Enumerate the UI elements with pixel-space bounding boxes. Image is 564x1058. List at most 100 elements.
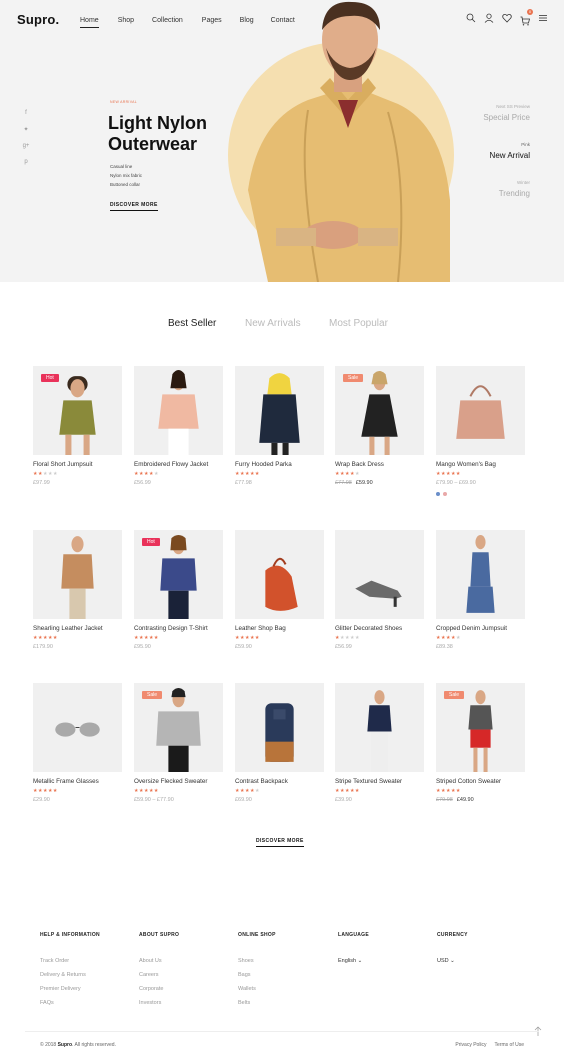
language-select[interactable]: English ⌄ — [338, 958, 369, 964]
footer-link[interactable]: Corporate — [139, 986, 179, 992]
product-name[interactable]: Wrap Back Dress — [335, 461, 424, 468]
tab-new-arrivals[interactable]: New Arrivals — [245, 318, 301, 329]
product-image[interactable]: Sale — [436, 683, 525, 772]
product-image[interactable]: Sale — [134, 683, 223, 772]
product-image[interactable] — [235, 683, 324, 772]
product-card[interactable]: Shearling Leather Jacket ★★★★★ £179.90 — [33, 530, 122, 650]
color-swatch[interactable] — [443, 492, 447, 496]
product-name[interactable]: Oversize Flecked Sweater — [134, 778, 223, 785]
nav-item-shop[interactable]: Shop — [118, 17, 134, 24]
product-card[interactable]: Cropped Denim Jumpsuit ★★★★★ £89.38 — [436, 530, 525, 650]
current-price: £95.90 — [134, 644, 151, 650]
footer-link[interactable]: Wallets — [238, 986, 276, 992]
footer-col-help: HELP & INFORMATION Track Order Delivery … — [40, 932, 100, 1014]
terms-of-use-link[interactable]: Terms of Use — [495, 1042, 524, 1048]
product-illustration — [259, 373, 300, 455]
cart-button[interactable]: 0 — [520, 9, 533, 26]
product-card[interactable]: Sale Oversize Flecked Sweater ★★★★★ £59.90 … — [134, 683, 223, 803]
product-price: £56.99 — [335, 644, 424, 650]
product-image[interactable]: Hot — [134, 530, 223, 619]
product-name[interactable]: Shearling Leather Jacket — [33, 625, 122, 632]
product-image[interactable]: Hot — [33, 366, 122, 455]
product-card[interactable]: Leather Shop Bag ★★★★★ £59.90 — [235, 530, 324, 650]
product-card[interactable]: Sale Wrap Back Dress ★★★★★ £77.98 £59.90 — [335, 366, 424, 486]
rating-stars: ★★★★★ — [134, 471, 159, 477]
nav-item-contact[interactable]: Contact — [271, 17, 295, 24]
slide-item-special-price[interactable]: Next SS Preview Special Price — [483, 104, 530, 122]
privacy-policy-link[interactable]: Privacy Policy — [455, 1042, 486, 1048]
tab-best-seller[interactable]: Best Seller — [168, 318, 216, 329]
heart-icon[interactable] — [502, 13, 512, 23]
color-swatch[interactable] — [436, 492, 440, 496]
footer-link[interactable]: Shoes — [238, 958, 276, 964]
product-name[interactable]: Floral Short Jumpsuit — [33, 461, 122, 468]
footer-link[interactable]: Careers — [139, 972, 179, 978]
product-name[interactable]: Leather Shop Bag — [235, 625, 324, 632]
product-name[interactable]: Embroidered Flowy Jacket — [134, 461, 223, 468]
product-name[interactable]: Cropped Denim Jumpsuit — [436, 625, 525, 632]
product-card[interactable]: Glitter Decorated Shoes ★★★★★ £56.99 — [335, 530, 424, 650]
product-image[interactable] — [33, 530, 122, 619]
pinterest-icon[interactable]: p — [22, 159, 30, 165]
product-image[interactable] — [335, 530, 424, 619]
footer-link[interactable]: About Us — [139, 958, 179, 964]
currency-select[interactable]: USD ⌄ — [437, 958, 468, 964]
slide-item-trending[interactable]: Winter Trending — [483, 180, 530, 198]
discover-more-link[interactable]: DISCOVER MORE — [256, 838, 304, 847]
product-name[interactable]: Mango Women's Bag — [436, 461, 525, 468]
nav-item-pages[interactable]: Pages — [202, 17, 222, 24]
product-card[interactable]: Embroidered Flowy Jacket ★★★★★ £56.99 — [134, 366, 223, 486]
product-image[interactable]: Sale — [335, 366, 424, 455]
product-name[interactable]: Striped Cotton Sweater — [436, 778, 525, 785]
twitter-icon[interactable]: ✦ — [22, 126, 30, 133]
product-price: £77.98 — [235, 480, 324, 486]
product-name[interactable]: Glitter Decorated Shoes — [335, 625, 424, 632]
footer-link[interactable]: Belts — [238, 1000, 276, 1006]
product-name[interactable]: Furry Hooded Parka — [235, 461, 324, 468]
menu-icon[interactable] — [538, 13, 548, 23]
tab-most-popular[interactable]: Most Popular — [329, 318, 388, 329]
product-card[interactable]: Stripe Textured Sweater ★★★★★ £39.90 — [335, 683, 424, 803]
product-image[interactable] — [235, 366, 324, 455]
nav-item-home[interactable]: Home — [80, 17, 99, 28]
search-icon[interactable] — [466, 13, 476, 23]
product-badge: Sale — [142, 691, 163, 699]
product-name[interactable]: Contrasting Design T-Shirt — [134, 625, 223, 632]
slide-item-new-arrival[interactable]: Pink New Arrival — [483, 142, 530, 160]
nav-item-blog[interactable]: Blog — [240, 17, 254, 24]
product-name[interactable]: Contrast Backpack — [235, 778, 324, 785]
product-name[interactable]: Stripe Textured Sweater — [335, 778, 424, 785]
footer-link[interactable]: Bags — [238, 972, 276, 978]
product-image[interactable] — [33, 683, 122, 772]
product-name[interactable]: Metallic Frame Glasses — [33, 778, 122, 785]
product-card[interactable]: Hot Contrasting Design T-Shirt ★★★★★ £95.90 — [134, 530, 223, 650]
footer-link[interactable]: Investors — [139, 1000, 179, 1006]
user-icon[interactable] — [484, 13, 494, 23]
product-card[interactable]: Hot Floral Short Jumpsuit ★★★★★ £97.99 — [33, 366, 122, 486]
product-card[interactable]: Sale Striped Cotton Sweater ★★★★★ £79.98 £49… — [436, 683, 525, 803]
product-image[interactable] — [134, 366, 223, 455]
product-image[interactable] — [335, 683, 424, 772]
footer-col-language: LANGUAGE English ⌄ — [338, 932, 369, 964]
product-card[interactable]: Mango Women's Bag ★★★★★ £79.90 – £69.90 — [436, 366, 525, 496]
footer-link[interactable]: Premier Delivery — [40, 986, 100, 992]
current-price: £56.99 — [335, 644, 352, 650]
google-plus-icon[interactable]: g+ — [22, 143, 30, 149]
product-image[interactable] — [436, 366, 525, 455]
footer-col-title: HELP & INFORMATION — [40, 932, 100, 938]
product-illustration — [456, 385, 505, 439]
product-image[interactable] — [436, 530, 525, 619]
product-card[interactable]: Contrast Backpack ★★★★★ £69.90 — [235, 683, 324, 803]
hero-discover-more-link[interactable]: DISCOVER MORE — [110, 202, 158, 211]
footer-link[interactable]: FAQs — [40, 1000, 100, 1006]
facebook-icon[interactable]: f — [22, 110, 30, 116]
nav-item-collection[interactable]: Collection — [152, 17, 183, 24]
brand-logo[interactable]: Supro. — [17, 12, 59, 27]
footer-link[interactable]: Track Order — [40, 958, 100, 964]
product-image[interactable] — [235, 530, 324, 619]
product-price: £179.90 — [33, 644, 122, 650]
footer-link[interactable]: Delivery & Returns — [40, 972, 100, 978]
hero-features: Casual line Nylon mix fabric Buttoned co… — [110, 162, 142, 189]
product-card[interactable]: Furry Hooded Parka ★★★★★ £77.98 — [235, 366, 324, 486]
product-card[interactable]: Metallic Frame Glasses ★★★★★ £29.90 — [33, 683, 122, 803]
